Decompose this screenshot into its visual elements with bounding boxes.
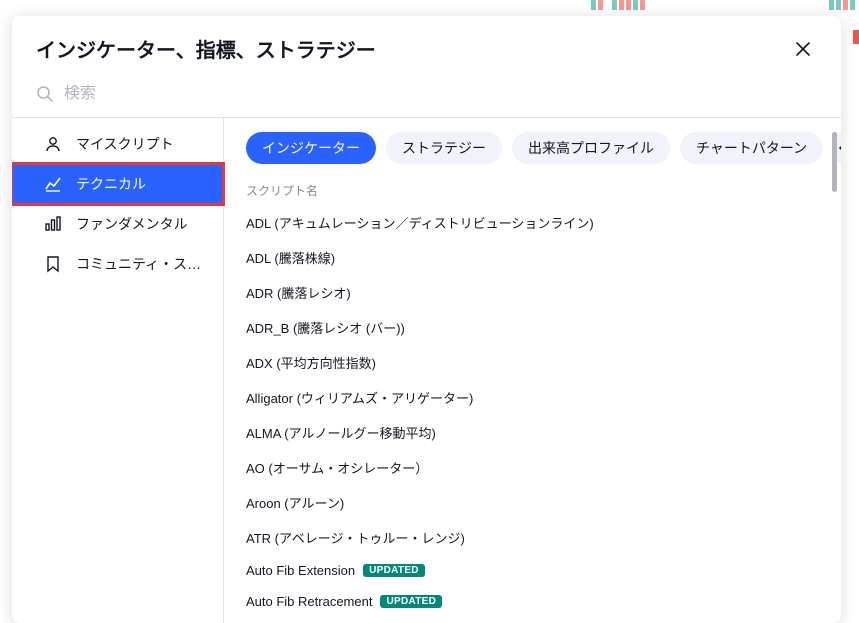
list-item[interactable]: Auto Fib Retracement UPDATED [224, 586, 833, 617]
sidebar-item-fundamental[interactable]: ファンダメンタル [12, 204, 223, 244]
indicators-modal: インジケーター、指標、ストラテジー マイスクリプト テクニカル ファンダメンタル [12, 16, 841, 623]
list-item-label: Auto Fib Extension [246, 563, 355, 578]
filter-chart-pattern[interactable]: チャートパターン [680, 132, 823, 164]
script-list[interactable]: ADL (アキュムレーション／ディストリビューションライン) ADL (騰落株線)… [224, 205, 841, 623]
list-item[interactable]: ADL (アキュムレーション／ディストリビューションライン) [224, 205, 833, 240]
bookmark-icon [44, 255, 62, 273]
chart-icon [44, 175, 62, 193]
sidebar-item-label: ファンダメンタル [76, 214, 188, 234]
filter-row: インジケーター ストラテジー 出来高プロファイル チャートパターン [224, 118, 841, 174]
close-button[interactable] [789, 35, 817, 63]
list-item[interactable]: AO (オーサム・オシレーター） [224, 450, 833, 485]
search-input[interactable] [64, 85, 817, 103]
list-item[interactable]: ATR (アベレージ・トゥルー・レンジ) [224, 520, 833, 555]
user-icon [44, 135, 62, 153]
list-item-label: ATR (アベレージ・トゥルー・レンジ) [246, 528, 465, 547]
modal-title: インジケーター、指標、ストラテジー [36, 34, 376, 63]
sidebar: マイスクリプト テクニカル ファンダメンタル コミュニティ・スク... [12, 118, 224, 623]
filter-indicators[interactable]: インジケーター [246, 132, 376, 164]
sidebar-item-label: コミュニティ・スク... [76, 254, 205, 274]
list-item-label: ADL (アキュムレーション／ディストリビューションライン) [246, 213, 594, 232]
badge-updated: UPDATED [363, 564, 425, 577]
scrollbar-thumb[interactable] [832, 132, 837, 192]
list-item[interactable]: ADR_B (騰落レシオ (バー)) [224, 310, 833, 345]
bars-icon [44, 215, 62, 233]
sidebar-item-label: マイスクリプト [76, 134, 174, 154]
list-item[interactable]: Alligator (ウィリアムズ・アリゲーター) [224, 380, 833, 415]
list-item[interactable]: Aroon (アルーン) [224, 485, 833, 520]
list-header: スクリプト名 [224, 174, 841, 205]
background-candles [0, 0, 859, 12]
list-item-label: AO (オーサム・オシレーター） [246, 458, 428, 477]
filter-volume-profile[interactable]: 出来高プロファイル [512, 132, 670, 164]
background-candle-right [853, 30, 859, 44]
modal-header: インジケーター、指標、ストラテジー [12, 16, 841, 77]
list-item-label: ALMA (アルノールグー移動平均) [246, 423, 436, 442]
badge-updated: UPDATED [380, 595, 442, 608]
filter-strategies[interactable]: ストラテジー [386, 132, 502, 164]
modal-body: マイスクリプト テクニカル ファンダメンタル コミュニティ・スク... インジケ… [12, 118, 841, 623]
sidebar-item-technical[interactable]: テクニカル [12, 164, 223, 204]
sidebar-item-label: テクニカル [76, 174, 146, 194]
list-item[interactable]: ADL (騰落株線) [224, 240, 833, 275]
list-item[interactable]: ADX (平均方向性指数) [224, 345, 833, 380]
list-item[interactable]: ALMA (アルノールグー移動平均) [224, 415, 833, 450]
list-item-label: Aroon (アルーン) [246, 493, 344, 512]
search-row [12, 77, 841, 118]
list-item[interactable]: Auto Fib Extension UPDATED [224, 555, 833, 586]
close-icon [794, 40, 812, 58]
list-item-label: Alligator (ウィリアムズ・アリゲーター) [246, 388, 473, 407]
sidebar-item-community[interactable]: コミュニティ・スク... [12, 244, 223, 284]
list-item-label: ADR_B (騰落レシオ (バー)) [246, 318, 405, 337]
list-item-label: Auto Fib Retracement [246, 594, 372, 609]
list-item-label: ADL (騰落株線) [246, 248, 335, 267]
content-pane: インジケーター ストラテジー 出来高プロファイル チャートパターン スクリプト名… [224, 118, 841, 623]
list-item[interactable]: ADR (騰落レシオ) [224, 275, 833, 310]
sidebar-item-my-scripts[interactable]: マイスクリプト [12, 124, 223, 164]
search-icon [36, 85, 54, 103]
list-item[interactable]: Auto PitchforkNEW [224, 617, 833, 623]
list-item-label: ADR (騰落レシオ) [246, 283, 351, 302]
list-item-label: ADX (平均方向性指数) [246, 353, 376, 372]
